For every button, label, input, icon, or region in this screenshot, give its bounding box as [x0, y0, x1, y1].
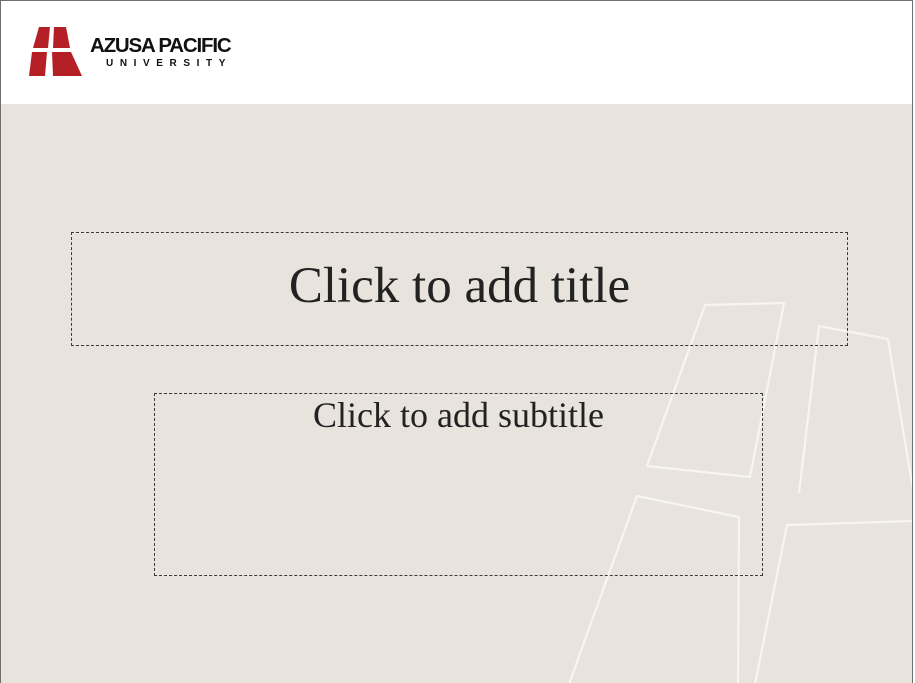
title-placeholder[interactable]: Click to add title — [71, 232, 848, 346]
logo-wordmark-line2: UNIVERSITY — [106, 58, 233, 69]
slide-canvas: AZUSA PACIFIC UNIVERSITY Click to add ti… — [0, 0, 913, 683]
apu-shield-logo-icon — [29, 27, 82, 76]
university-logo: AZUSA PACIFIC UNIVERSITY — [28, 25, 258, 79]
header-band: AZUSA PACIFIC UNIVERSITY — [1, 1, 912, 104]
subtitle-placeholder[interactable]: Click to add subtitle — [154, 393, 763, 576]
logo-wordmark-line1: AZUSA PACIFIC — [90, 34, 232, 57]
